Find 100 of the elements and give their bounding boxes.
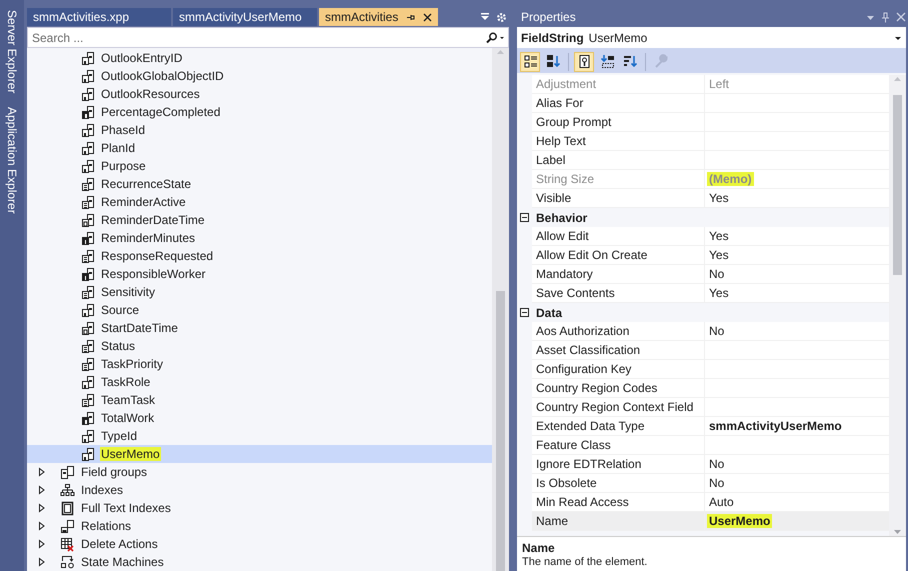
property-name[interactable]: Extended Data Type [532,417,705,436]
tree-item[interactable]: TeamTask [100,393,156,407]
tree-item[interactable]: StartDateTime [100,321,179,335]
property-name[interactable]: Min Read Access [532,493,705,512]
field-group-icon [60,464,75,480]
tree-item[interactable]: UserMemo [100,447,161,461]
property-name[interactable]: Allow Edit On Create [532,246,705,265]
property-name[interactable]: Alias For [532,94,705,113]
tree-item[interactable]: OutlookResources [100,87,201,101]
wrench-icon [654,54,668,69]
expand-icon[interactable] [38,485,46,495]
close-icon[interactable] [423,12,432,22]
tree-item[interactable]: ReminderDateTime [100,213,206,227]
tree-item[interactable]: TaskRole [100,375,152,389]
tree-item[interactable]: TaskPriority [100,357,164,371]
property-value[interactable]: No [705,322,889,341]
tree-item[interactable]: TypeId [100,429,138,443]
property-name[interactable]: Visible [532,189,705,208]
field-icon [81,51,95,65]
property-name[interactable]: Aos Authorization [532,322,705,341]
tree-item[interactable]: Source [100,303,140,317]
property-name[interactable]: Save Contents [532,284,705,303]
scrollbar-thumb[interactable] [893,95,902,275]
field-icon [81,429,95,443]
scrollbar[interactable] [889,75,906,536]
property-name[interactable]: Country Region Codes [532,379,705,398]
property-page-button[interactable] [574,52,594,72]
expand-icon[interactable] [38,467,46,477]
property-value[interactable]: No [705,455,889,474]
tree-item[interactable]: Sensitivity [100,285,156,299]
tree-item[interactable]: Status [100,339,136,353]
tree-item[interactable]: Purpose [100,159,147,173]
expand-icon[interactable] [38,503,46,513]
property-name[interactable]: Name [532,512,705,531]
property-value[interactable]: Yes [705,284,889,303]
property-name[interactable]: Allow Edit [532,227,705,246]
settings-icon[interactable] [496,12,507,22]
property-name[interactable]: Help Text [532,132,705,151]
expand-icon[interactable] [38,539,46,549]
property-name[interactable]: Ignore EDTRelation [532,455,705,474]
property-value[interactable]: UserMemo [705,512,889,531]
tree-item[interactable]: ResponseRequested [100,249,214,263]
side-tab[interactable]: Server Explorer [5,10,19,94]
property-value[interactable]: No [705,474,889,493]
collapse-icon[interactable] [520,308,529,317]
tree-item[interactable]: State Machines [80,555,165,569]
object-type: FieldString [521,30,584,44]
tree-item[interactable]: ReminderMinutes [100,231,196,245]
property-value[interactable]: Yes [705,246,889,265]
scrollbar-thumb[interactable] [496,291,505,571]
expand-icon[interactable] [38,521,46,531]
property-page-icon [576,54,592,69]
expand-icon[interactable] [38,557,46,567]
field-icon [81,321,95,335]
side-tab[interactable]: Application Explorer [5,107,19,214]
pin-icon[interactable] [406,12,416,22]
property-name[interactable]: Label [532,151,705,170]
state-machine-icon [60,554,75,570]
field-icon [81,303,95,317]
object-selector[interactable]: FieldString UserMemo [517,27,906,50]
tree-item[interactable]: Full Text Indexes [80,501,172,515]
tree-item[interactable]: OutlookEntryID [100,51,184,65]
tree-item[interactable]: OutlookGlobalObjectID [100,69,225,83]
property-value[interactable]: Yes [705,227,889,246]
tree-item[interactable]: Field groups [80,465,148,479]
tree-item[interactable]: ReminderActive [100,195,187,209]
tree-item[interactable]: PercentageCompleted [100,105,222,119]
property-name[interactable]: Mandatory [532,265,705,284]
document-tab[interactable]: smmActivities.xpp [27,8,171,26]
sort-az-icon [546,54,560,69]
table-delete-icon [60,536,75,552]
document-tab[interactable]: smmActivities [319,8,438,26]
property-name[interactable]: Configuration Key [532,360,705,379]
categorized-button[interactable] [520,52,540,72]
tree-item[interactable]: Indexes [80,483,124,497]
tree-item[interactable]: Delete Actions [80,537,159,551]
object-name: UserMemo [588,30,648,44]
property-name[interactable]: Feature Class [532,436,705,455]
property-value[interactable]: No [705,265,889,284]
dropdown-icon[interactable] [480,12,490,22]
tree-item[interactable]: ResponsibleWorker [100,267,206,281]
tree-item[interactable]: RecurrenceState [100,177,192,191]
collapse-icon[interactable] [520,213,529,222]
property-value[interactable]: Auto [705,493,889,512]
hierarchy-icon [60,482,75,498]
tree-item[interactable]: TotalWork [100,411,156,425]
tree-item[interactable]: PlanId [100,141,136,155]
property-value[interactable]: smmActivityUserMemo [705,417,889,436]
tree-item[interactable]: Relations [80,519,132,533]
panel-title: Properties [521,10,577,24]
property-name[interactable]: Asset Classification [532,341,705,360]
tree-item[interactable]: PhaseId [100,123,146,137]
field-icon [81,105,95,119]
search-field[interactable]: Search ... [27,27,509,48]
scrollbar[interactable] [492,48,509,571]
property-value[interactable]: Yes [705,189,889,208]
document-tab[interactable]: smmActivityUserMemo [173,8,317,26]
property-name[interactable]: Country Region Context Field [532,398,705,417]
property-name[interactable]: Is Obsolete [532,474,705,493]
property-name[interactable]: Group Prompt [532,113,705,132]
